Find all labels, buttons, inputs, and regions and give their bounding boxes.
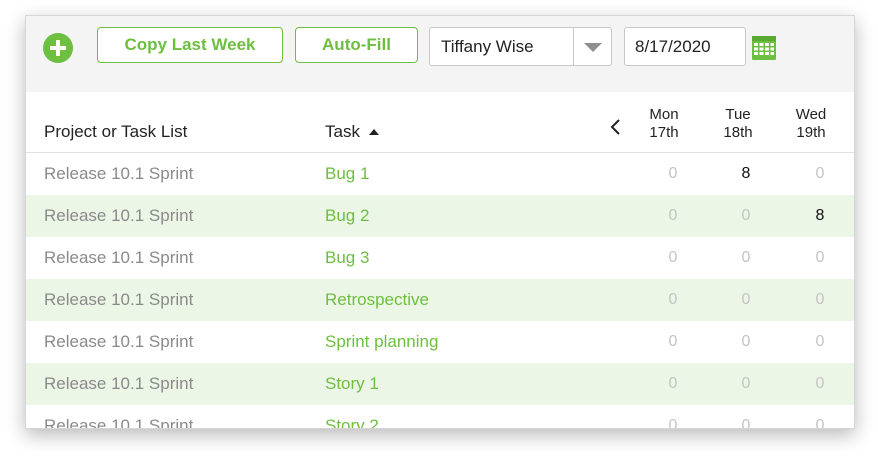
hours-cell-wed[interactable]: 8: [800, 195, 840, 237]
hours-cell-mon[interactable]: 0: [653, 363, 693, 405]
task-link[interactable]: Retrospective: [325, 279, 429, 321]
timesheet-card: Copy Last Week Auto-Fill Tiffany Wise 8/…: [25, 15, 855, 429]
date-field[interactable]: 8/17/2020: [624, 27, 746, 66]
table-row: Release 10.1 Sprint Sprint planning 0 0 …: [26, 321, 854, 363]
task-link[interactable]: Story 2: [325, 405, 379, 428]
project-cell: Release 10.1 Sprint: [44, 416, 194, 429]
user-select-value: Tiffany Wise: [441, 37, 534, 56]
hours-cell-wed[interactable]: 0: [800, 153, 840, 195]
hours-cell-mon[interactable]: 0: [653, 279, 693, 321]
hours-cell-mon[interactable]: 0: [653, 195, 693, 237]
hours-cell-tue[interactable]: 8: [726, 153, 766, 195]
table-row: Release 10.1 Sprint Story 2 0 0 0: [26, 405, 854, 429]
day-date: 19th: [796, 124, 826, 141]
day-name: Tue: [725, 106, 751, 123]
day-date: 17th: [649, 124, 679, 141]
table-body: Release 10.1 Sprint Bug 1 0 8 0 Release …: [26, 153, 854, 429]
hours-cell-wed[interactable]: 0: [800, 405, 840, 428]
day-header-tue: Tue 18th: [708, 106, 768, 142]
auto-fill-button[interactable]: Auto-Fill: [295, 27, 418, 63]
table-row: Release 10.1 Sprint Retrospective 0 0 0: [26, 279, 854, 321]
hours-cell-tue[interactable]: 0: [726, 363, 766, 405]
hours-cell-tue[interactable]: 0: [726, 237, 766, 279]
task-link[interactable]: Story 1: [325, 363, 379, 405]
hours-cell-mon[interactable]: 0: [653, 321, 693, 363]
project-cell: Release 10.1 Sprint: [44, 164, 194, 183]
table-row: Release 10.1 Sprint Story 1 0 0 0: [26, 363, 854, 405]
hours-cell-wed[interactable]: 0: [800, 363, 840, 405]
hours-cell-wed[interactable]: 0: [800, 279, 840, 321]
day-date: 18th: [723, 124, 753, 141]
task-link[interactable]: Sprint planning: [325, 321, 438, 363]
copy-last-week-button[interactable]: Copy Last Week: [97, 27, 283, 63]
hours-cell-wed[interactable]: 0: [800, 321, 840, 363]
user-select[interactable]: Tiffany Wise: [429, 27, 612, 66]
project-cell: Release 10.1 Sprint: [44, 290, 194, 309]
hours-cell-tue[interactable]: 0: [726, 321, 766, 363]
hours-cell-mon[interactable]: 0: [653, 405, 693, 428]
sort-ascending-icon[interactable]: [369, 129, 379, 135]
day-header-mon: Mon 17th: [634, 106, 694, 142]
hours-cell-mon[interactable]: 0: [653, 237, 693, 279]
table-header: Project or Task List Task Mon 17th Tue 1…: [26, 92, 854, 153]
select-divider: [573, 28, 574, 65]
task-link[interactable]: Bug 2: [325, 195, 369, 237]
project-cell: Release 10.1 Sprint: [44, 332, 194, 351]
day-name: Mon: [649, 106, 679, 123]
task-link[interactable]: Bug 1: [325, 153, 369, 195]
toolbar: Copy Last Week Auto-Fill Tiffany Wise 8/…: [26, 16, 854, 92]
table-row: Release 10.1 Sprint Bug 3 0 0 0: [26, 237, 854, 279]
task-link[interactable]: Bug 3: [325, 237, 369, 279]
project-cell: Release 10.1 Sprint: [44, 374, 194, 393]
table-row: Release 10.1 Sprint Bug 2 0 0 8: [26, 195, 854, 237]
hours-cell-tue[interactable]: 0: [726, 195, 766, 237]
day-header-wed: Wed 19th: [781, 106, 841, 142]
project-cell: Release 10.1 Sprint: [44, 248, 194, 267]
hours-cell-mon[interactable]: 0: [653, 153, 693, 195]
hours-cell-wed[interactable]: 0: [800, 237, 840, 279]
project-column-header: Project or Task List: [44, 122, 188, 141]
project-cell: Release 10.1 Sprint: [44, 206, 194, 225]
table-row: Release 10.1 Sprint Bug 1 0 8 0: [26, 153, 854, 195]
calendar-icon[interactable]: [752, 36, 776, 60]
task-column-header[interactable]: Task: [325, 122, 360, 142]
hours-cell-tue[interactable]: 0: [726, 405, 766, 428]
chevron-down-icon[interactable]: [584, 43, 602, 52]
chevron-left-icon[interactable]: [609, 117, 623, 137]
hours-cell-tue[interactable]: 0: [726, 279, 766, 321]
day-name: Wed: [795, 106, 827, 123]
plus-circle-icon[interactable]: [43, 33, 73, 63]
